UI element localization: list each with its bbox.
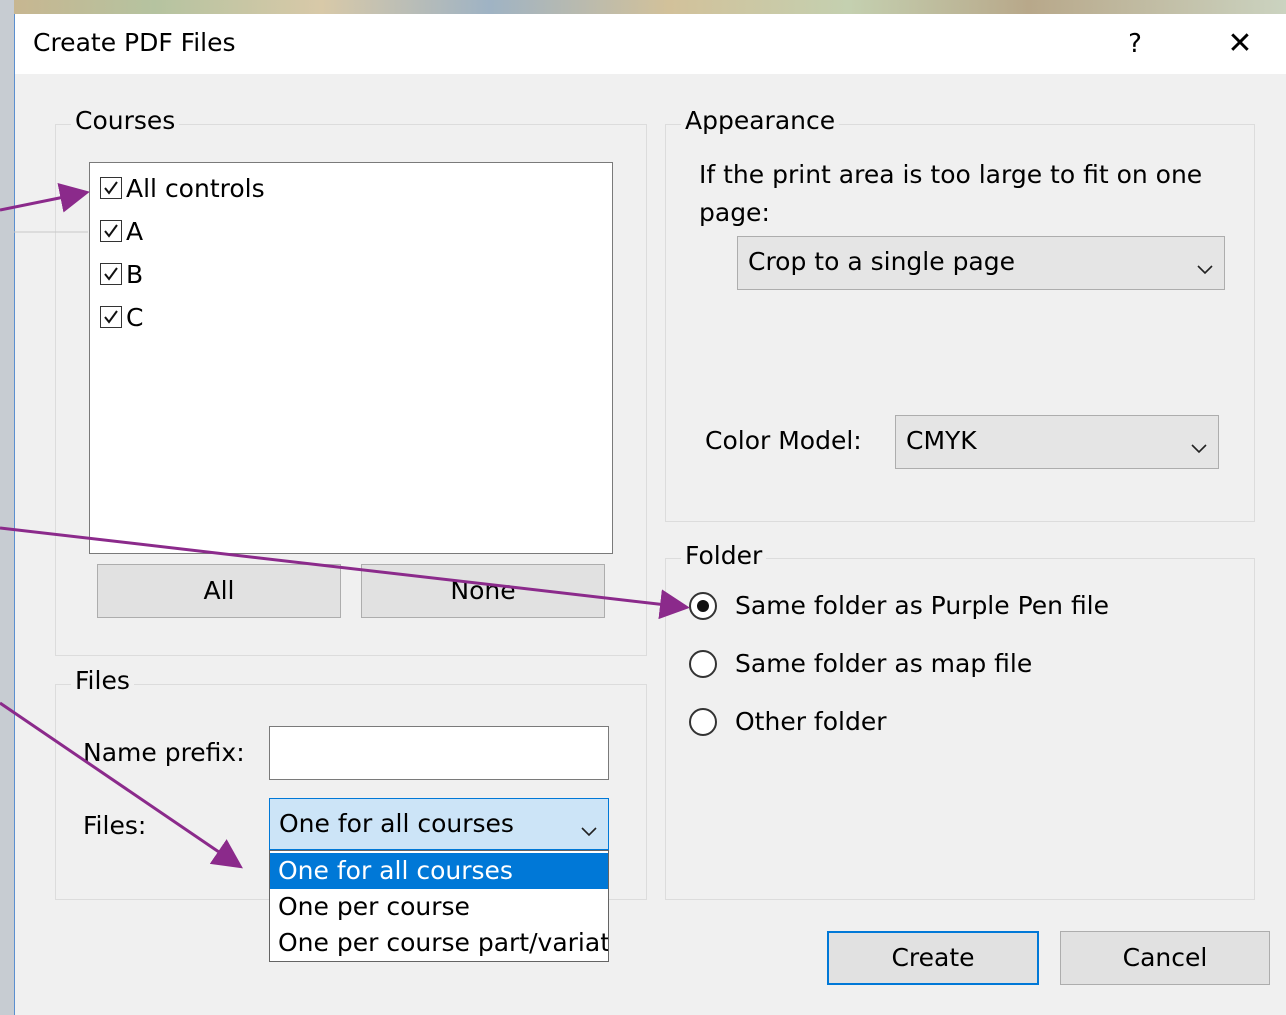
course-label-c: C bbox=[126, 302, 144, 332]
files-option-one-per-course[interactable]: One per course bbox=[270, 889, 608, 925]
files-legend: Files bbox=[71, 666, 134, 695]
background-left-edge bbox=[0, 0, 14, 1015]
chevron-down-icon bbox=[580, 815, 598, 844]
courses-legend: Courses bbox=[71, 106, 180, 135]
fit-select[interactable]: Crop to a single page bbox=[737, 236, 1225, 290]
course-item-c[interactable]: C bbox=[100, 299, 143, 335]
files-select-value: One for all courses bbox=[279, 809, 514, 838]
none-button[interactable]: None bbox=[361, 564, 605, 618]
checkbox-a[interactable] bbox=[100, 220, 122, 242]
name-prefix-label: Name prefix: bbox=[83, 738, 245, 767]
cancel-button[interactable]: Cancel bbox=[1060, 931, 1270, 985]
radio-label-purple-pen: Same folder as Purple Pen file bbox=[735, 591, 1110, 620]
folder-legend: Folder bbox=[681, 541, 767, 570]
color-model-value: CMYK bbox=[906, 426, 977, 455]
create-pdf-dialog: Create PDF Files ? ✕ Courses All control… bbox=[14, 14, 1286, 1015]
files-option-one-per-part[interactable]: One per course part/variat bbox=[270, 925, 608, 961]
course-label-b: B bbox=[126, 259, 144, 289]
files-label: Files: bbox=[83, 811, 147, 840]
files-option-one-for-all[interactable]: One for all courses bbox=[270, 853, 608, 889]
course-label-a: A bbox=[126, 216, 144, 246]
checkbox-c[interactable] bbox=[100, 306, 122, 328]
close-button[interactable]: ✕ bbox=[1215, 24, 1265, 64]
chevron-down-icon bbox=[1196, 253, 1214, 282]
name-prefix-input[interactable] bbox=[269, 726, 609, 780]
radio-label-other: Other folder bbox=[735, 707, 887, 736]
course-item-b[interactable]: B bbox=[100, 256, 143, 292]
courses-list[interactable]: All controls A B C bbox=[89, 162, 613, 554]
files-dropdown-list[interactable]: One for all courses One per course One p… bbox=[269, 850, 609, 962]
files-select[interactable]: One for all courses bbox=[269, 798, 609, 850]
color-model-label: Color Model: bbox=[705, 426, 862, 455]
fit-description: If the print area is too large to fit on… bbox=[699, 160, 1203, 227]
radio-purple-pen-folder[interactable]: Same folder as Purple Pen file bbox=[689, 591, 1109, 620]
background-map-strip bbox=[0, 0, 1286, 14]
chevron-down-icon bbox=[1190, 432, 1208, 461]
radio-other-folder[interactable]: Other folder bbox=[689, 707, 887, 736]
radio-map-folder[interactable]: Same folder as map file bbox=[689, 649, 1032, 678]
checkbox-b[interactable] bbox=[100, 263, 122, 285]
help-button[interactable]: ? bbox=[1115, 24, 1155, 64]
color-model-select[interactable]: CMYK bbox=[895, 415, 1219, 469]
course-item-a[interactable]: A bbox=[100, 213, 143, 249]
all-button[interactable]: All bbox=[97, 564, 341, 618]
dialog-title: Create PDF Files bbox=[33, 28, 236, 57]
fit-select-value: Crop to a single page bbox=[748, 247, 1016, 276]
radio-dot[interactable] bbox=[689, 649, 717, 678]
radio-dot[interactable] bbox=[689, 707, 717, 736]
radio-dot-selected[interactable] bbox=[689, 591, 717, 620]
course-label-all-controls: All controls bbox=[126, 173, 265, 203]
create-button[interactable]: Create bbox=[827, 931, 1039, 985]
checkbox-all-controls[interactable] bbox=[100, 177, 122, 199]
radio-label-map: Same folder as map file bbox=[735, 649, 1033, 678]
appearance-legend: Appearance bbox=[681, 106, 840, 135]
title-bar: Create PDF Files ? ✕ bbox=[15, 14, 1286, 74]
course-item-all-controls[interactable]: All controls bbox=[100, 170, 265, 206]
